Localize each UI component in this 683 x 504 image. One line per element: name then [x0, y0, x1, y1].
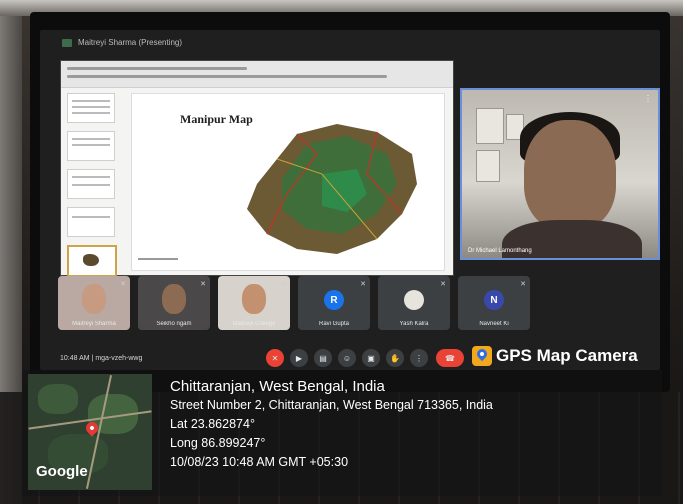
mic-off-icon: ✕ [440, 281, 446, 288]
gps-map-camera-brand: GPS Map Camera [472, 346, 638, 366]
google-logo: Google [36, 463, 88, 480]
slide-thumbnail[interactable] [67, 131, 115, 161]
participant-tile[interactable]: ✕ Yash Kalra [378, 276, 450, 330]
presenter-face [524, 120, 616, 230]
gps-datetime: 10/08/23 10:48 AM GMT +05:30 [170, 455, 349, 469]
camera-icon[interactable]: ▶ [290, 349, 308, 367]
participant-tile[interactable]: N ✕ Navneet Ki [458, 276, 530, 330]
slide-canvas: Manipur Map [131, 93, 445, 271]
gps-details: Chittaranjan, West Bengal, India Street … [170, 378, 493, 474]
participant-tile[interactable]: ✕ Maitreyi Sharma [58, 276, 130, 330]
mic-off-icon: ✕ [520, 281, 526, 288]
participant-tile[interactable]: ✕ Seikho ngam [138, 276, 210, 330]
slide-thumbnails [67, 93, 117, 277]
slide-thumbnail-active[interactable] [67, 245, 117, 277]
more-options-icon[interactable]: ⋮ [410, 349, 428, 367]
captions-icon[interactable]: ▤ [314, 349, 332, 367]
gps-brand-label: GPS Map Camera [496, 346, 638, 365]
end-call-icon[interactable]: ☎ [436, 349, 464, 367]
shared-screen[interactable]: Manipur Map [60, 60, 454, 277]
raise-hand-icon[interactable]: ✋ [386, 349, 404, 367]
participant-name: Maitreyi Sharma [72, 321, 116, 327]
avatar [404, 290, 424, 310]
presenter-shirt [502, 220, 642, 258]
participant-name: Yash Kalra [399, 321, 429, 327]
avatar: N [484, 290, 504, 310]
participant-name: Seikho ngam [156, 321, 192, 327]
gps-longitude: Long 86.899247° [170, 436, 266, 450]
presenter-tile[interactable]: ⋮ Dr Michael Lamonthang [460, 88, 660, 260]
manipur-map-image [247, 124, 417, 254]
gps-address: Street Number 2, Chittaranjan, West Beng… [170, 398, 493, 412]
gps-camera-logo-icon [472, 346, 492, 366]
participant-name: Navneet Ki [479, 321, 509, 327]
avatar: R [324, 290, 344, 310]
participant-name: Maitreyi College [232, 321, 276, 327]
slide-thumbnail[interactable] [67, 207, 115, 237]
presenting-icon [62, 38, 72, 47]
slide-thumbnail[interactable] [67, 169, 115, 199]
gps-latitude: Lat 23.862874° [170, 417, 255, 431]
slide-footer [138, 258, 178, 260]
presenting-label: Maitreyi Sharma (Presenting) [78, 38, 183, 47]
mic-off-icon: ✕ [280, 281, 286, 288]
present-icon[interactable]: ▣ [362, 349, 380, 367]
participant-tile[interactable]: R ✕ Ravi Gupta [298, 276, 370, 330]
emoji-icon[interactable]: ☺ [338, 349, 356, 367]
participant-name: Ravi Gupta [318, 321, 349, 327]
participant-tile[interactable]: ✕ Maitreyi College [218, 276, 290, 330]
gps-info-panel: Google Chittaranjan, West Bengal, India … [22, 370, 662, 496]
meeting-code: mga-vzeh-wwg [95, 355, 143, 362]
presenter-name: Dr Michael Lamonthang [468, 248, 532, 254]
slide-toolbar [61, 61, 453, 88]
slide-thumbnail[interactable] [67, 93, 115, 123]
meeting-clock: 10:48 AM [60, 355, 90, 362]
meeting-separator: | [91, 355, 94, 362]
mic-off-icon: ✕ [200, 281, 206, 288]
meeting-time: 10:48 AM | mga-vzeh-wwg [60, 355, 142, 362]
location-map-thumbnail: Google [28, 374, 152, 490]
mic-off-icon[interactable]: ✕ [266, 349, 284, 367]
mic-off-icon: ✕ [360, 281, 366, 288]
more-vertical-icon[interactable]: ⋮ [644, 94, 652, 103]
presenting-indicator: Maitreyi Sharma (Presenting) [62, 38, 182, 47]
meet-screen: Maitreyi Sharma (Presenting) Manipur Map [40, 30, 660, 370]
mic-off-icon: ✕ [120, 281, 126, 288]
participant-strip: ✕ Maitreyi Sharma ✕ Seikho ngam ✕ Maitre… [58, 276, 658, 332]
gps-place: Chittaranjan, West Bengal, India [170, 378, 385, 395]
